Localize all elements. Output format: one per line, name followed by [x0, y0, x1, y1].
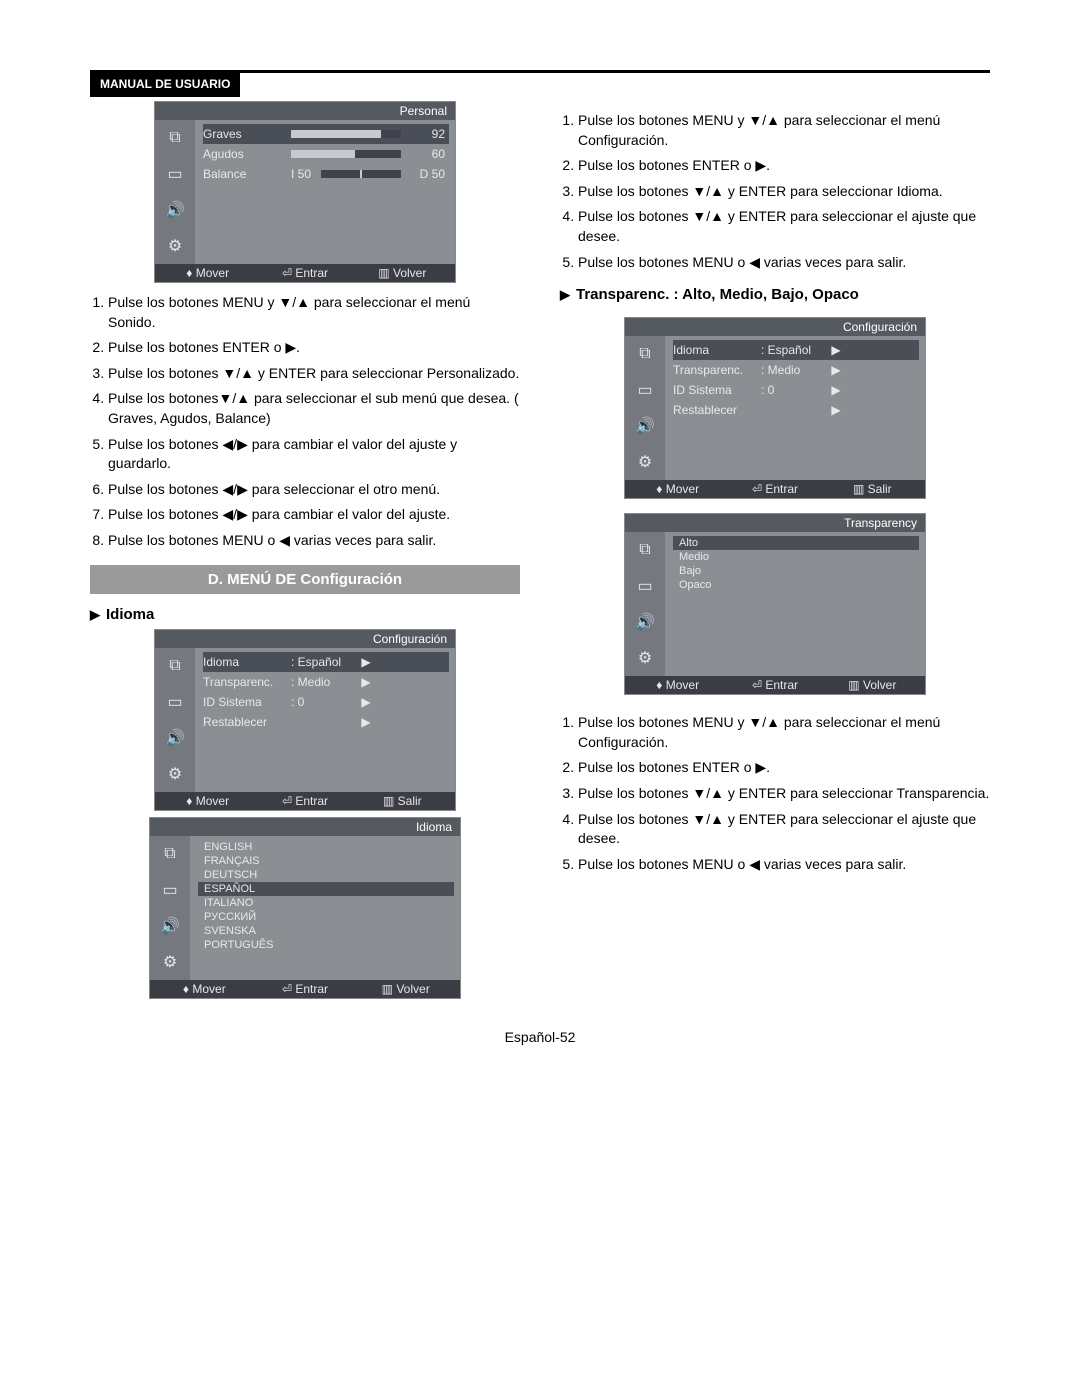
step-item: Pulse los botones ◀/▶ para cambiar el va… [108, 435, 520, 474]
osd-list-item: ESPAÑOL [198, 882, 454, 896]
chevron-right-icon: ▶ [829, 343, 843, 357]
screen-icon: ▭ [162, 690, 188, 714]
osd-sonido-personal: Personal ⧉ ▭ 🔊 ⚙ Graves 92 [154, 101, 456, 283]
step-item: Pulse los botones MENU y ▼/▲ para selecc… [578, 111, 990, 150]
header-rule: MANUAL DE USUARIO [90, 70, 990, 73]
chevron-right-icon: ▶ [359, 695, 373, 709]
osd-list-item: Medio [673, 550, 919, 564]
step-item: Pulse los botones ▼/▲ y ENTER para selec… [578, 207, 990, 246]
osd-row-balance: Balance I 50 D 50 [203, 164, 449, 184]
picture-icon: ⧉ [162, 654, 188, 678]
osd-idioma-list: Idioma ⧉ ▭ 🔊 ⚙ ENGLISHFRANÇAISDEUTSCHESP… [149, 817, 461, 999]
osd-list-item: Bajo [673, 564, 919, 578]
osd-footer: ♦ Mover ⏎ Entrar ▥ Salir [625, 480, 925, 498]
chevron-right-icon: ▶ [359, 675, 373, 689]
osd-footer: ♦ Mover ⏎ Entrar ▥ Salir [155, 792, 455, 810]
page-number: Español-52 [90, 1029, 990, 1045]
osd-list-item: FRANÇAIS [198, 854, 454, 868]
gear-icon: ⚙ [157, 950, 183, 974]
osd-config-row: Transparenc.: Medio▶ [203, 672, 449, 692]
screen-icon: ▭ [162, 162, 188, 186]
sound-icon: 🔊 [632, 414, 658, 438]
chevron-right-icon: ▶ [829, 403, 843, 417]
heading-idioma: Idioma [90, 606, 520, 623]
section-d-title: D. MENÚ DE Configuración [90, 565, 520, 594]
osd-list-item: SVENSKA [198, 924, 454, 938]
manual-badge: MANUAL DE USUARIO [90, 71, 240, 97]
step-item: Pulse los botones ▼/▲ y ENTER para selec… [578, 182, 990, 202]
osd-sidebar-icons: ⧉ ▭ 🔊 ⚙ [625, 532, 665, 676]
osd-title: Configuración [625, 318, 925, 336]
gear-icon: ⚙ [632, 646, 658, 670]
chevron-right-icon: ▶ [359, 715, 373, 729]
osd-configuracion-2: Configuración ⧉ ▭ 🔊 ⚙ Idioma: Español▶Tr… [624, 317, 926, 499]
screen-icon: ▭ [632, 574, 658, 598]
step-item: Pulse los botones MENU o ◀ varias veces … [108, 531, 520, 551]
osd-list-item: ITALIANO [198, 896, 454, 910]
step-item: Pulse los botones ▼/▲ y ENTER para selec… [578, 784, 990, 804]
osd-config-row: Idioma: Español▶ [673, 340, 919, 360]
sound-icon: 🔊 [162, 726, 188, 750]
osd-config-row: ID Sistema: 0▶ [203, 692, 449, 712]
osd-row-graves: Graves 92 [203, 124, 449, 144]
step-item: Pulse los botones ENTER o ▶. [578, 758, 990, 778]
picture-icon: ⧉ [632, 342, 658, 366]
screen-icon: ▭ [157, 878, 183, 902]
osd-title: Idioma [150, 818, 460, 836]
osd-list-item: РУССКИЙ [198, 910, 454, 924]
step-item: Pulse los botones▼/▲ para seleccionar el… [108, 389, 520, 428]
osd-list-item: DEUTSCH [198, 868, 454, 882]
osd-title: Personal [155, 102, 455, 120]
osd-title: Configuración [155, 630, 455, 648]
step-item: Pulse los botones ◀/▶ para cambiar el va… [108, 505, 520, 525]
chevron-right-icon: ▶ [829, 383, 843, 397]
sound-icon: 🔊 [162, 198, 188, 222]
step-item: Pulse los botones MENU y ▼/▲ para selecc… [578, 713, 990, 752]
step-item: Pulse los botones MENU o ◀ varias veces … [578, 855, 990, 875]
osd-transparency-list: Transparency ⧉ ▭ 🔊 ⚙ AltoMedioBajoOpaco … [624, 513, 926, 695]
osd-footer: ♦ Mover ⏎ Entrar ▥ Volver [150, 980, 460, 998]
osd-config-row: ID Sistema: 0▶ [673, 380, 919, 400]
picture-icon: ⧉ [157, 842, 183, 866]
osd-title: Transparency [625, 514, 925, 532]
osd-list-item: Opaco [673, 578, 919, 592]
osd-configuracion: Configuración ⧉ ▭ 🔊 ⚙ Idioma: Español▶Tr… [154, 629, 456, 811]
osd-config-row: Restablecer▶ [673, 400, 919, 420]
step-item: Pulse los botones ◀/▶ para seleccionar e… [108, 480, 520, 500]
screen-icon: ▭ [632, 378, 658, 402]
steps-idioma: Pulse los botones MENU y ▼/▲ para selecc… [560, 111, 990, 272]
gear-icon: ⚙ [162, 762, 188, 786]
gear-icon: ⚙ [632, 450, 658, 474]
heading-transparenc: Transparenc. : Alto, Medio, Bajo, Opaco [560, 286, 990, 303]
chevron-right-icon: ▶ [829, 363, 843, 377]
osd-config-row: Transparenc.: Medio▶ [673, 360, 919, 380]
osd-config-row: Idioma: Español▶ [203, 652, 449, 672]
osd-config-row: Restablecer▶ [203, 712, 449, 732]
step-item: Pulse los botones ENTER o ▶. [108, 338, 520, 358]
osd-sidebar-icons: ⧉ ▭ 🔊 ⚙ [625, 336, 665, 480]
step-item: Pulse los botones ▼/▲ y ENTER para selec… [108, 364, 520, 384]
step-item: Pulse los botones ▼/▲ y ENTER para selec… [578, 810, 990, 849]
step-item: Pulse los botones MENU o ◀ varias veces … [578, 253, 990, 273]
osd-sidebar-icons: ⧉ ▭ 🔊 ⚙ [155, 120, 195, 264]
osd-row-agudos: Agudos 60 [203, 144, 449, 164]
osd-footer: ♦ Mover ⏎ Entrar ▥ Volver [155, 264, 455, 282]
osd-sidebar-icons: ⧉ ▭ 🔊 ⚙ [150, 836, 190, 980]
osd-footer: ♦ Mover ⏎ Entrar ▥ Volver [625, 676, 925, 694]
chevron-right-icon: ▶ [359, 655, 373, 669]
osd-sidebar-icons: ⧉ ▭ 🔊 ⚙ [155, 648, 195, 792]
sound-icon: 🔊 [632, 610, 658, 634]
gear-icon: ⚙ [162, 234, 188, 258]
sound-icon: 🔊 [157, 914, 183, 938]
picture-icon: ⧉ [162, 126, 188, 150]
picture-icon: ⧉ [632, 538, 658, 562]
steps-sonido: Pulse los botones MENU y ▼/▲ para selecc… [90, 293, 520, 551]
osd-list-item: ENGLISH [198, 840, 454, 854]
osd-list-item: PORTUGUÊS [198, 938, 454, 952]
steps-transparenc: Pulse los botones MENU y ▼/▲ para selecc… [560, 713, 990, 874]
step-item: Pulse los botones ENTER o ▶. [578, 156, 990, 176]
step-item: Pulse los botones MENU y ▼/▲ para selecc… [108, 293, 520, 332]
osd-list-item: Alto [673, 536, 919, 550]
